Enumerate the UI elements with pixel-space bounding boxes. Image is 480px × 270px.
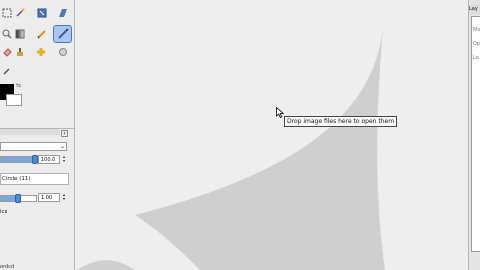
clone-icon[interactable] [13, 45, 27, 59]
mode-label: Mo [473, 27, 480, 33]
brush-selector[interactable]: Circle (11) [0, 173, 69, 185]
dynamics-label: ics [0, 209, 8, 215]
panel-menu-button[interactable]: ‹ [61, 130, 68, 137]
wilber-watermark-icon [77, 28, 385, 270]
paintbrush-icon[interactable] [53, 25, 72, 43]
background-color-swatch[interactable] [6, 94, 22, 106]
mouse-cursor-icon [276, 107, 284, 118]
layers-dock: Lay Mo Op Lo [468, 0, 480, 270]
eraser-icon[interactable] [0, 45, 14, 59]
swap-colors-icon[interactable]: ⇆ [16, 82, 21, 89]
pencil-icon[interactable] [35, 27, 49, 41]
tab-layers[interactable]: Lay [469, 4, 480, 14]
layers-panel [471, 16, 480, 252]
smudge-icon[interactable] [56, 45, 70, 59]
transform-icon[interactable] [56, 6, 70, 20]
scale-spin-arrows[interactable]: ▴ ▾ [61, 193, 67, 202]
color-picker-icon[interactable] [0, 64, 14, 78]
chevron-down-icon: ⌄ [59, 143, 65, 150]
scale-slider[interactable] [0, 194, 37, 203]
bottom-label: ordcd [0, 264, 15, 270]
select-icon[interactable] [0, 6, 14, 20]
opacity-label: Op [473, 41, 480, 47]
move-icon[interactable] [35, 6, 49, 20]
tool-options-tab[interactable] [0, 129, 60, 135]
toolbox-panel: ⇆ ‹ ⌄ 100.0 ▴ ▾ Circle (11) 1.00 ▴ ▾ ics o… [0, 0, 75, 270]
image-canvas-area[interactable]: Drop image files here to open them [75, 0, 468, 270]
mode-select[interactable]: ⌄ [0, 142, 67, 151]
scale-value[interactable]: 1.00 [38, 193, 60, 202]
opacity-value[interactable]: 100.0 [38, 155, 60, 164]
drop-hint-tooltip: Drop image files here to open them [284, 116, 398, 127]
fuzzy-select-icon[interactable] [13, 6, 27, 20]
scale-slider-thumb[interactable] [15, 194, 21, 203]
lock-label: Lo [473, 55, 479, 61]
opacity-slider-fill [1, 157, 35, 162]
opacity-slider[interactable] [0, 155, 38, 164]
opacity-spin-arrows[interactable]: ▴ ▾ [61, 155, 67, 164]
zoom-icon[interactable] [0, 27, 14, 41]
heal-icon[interactable] [34, 45, 48, 59]
gradient-icon[interactable] [13, 27, 27, 41]
